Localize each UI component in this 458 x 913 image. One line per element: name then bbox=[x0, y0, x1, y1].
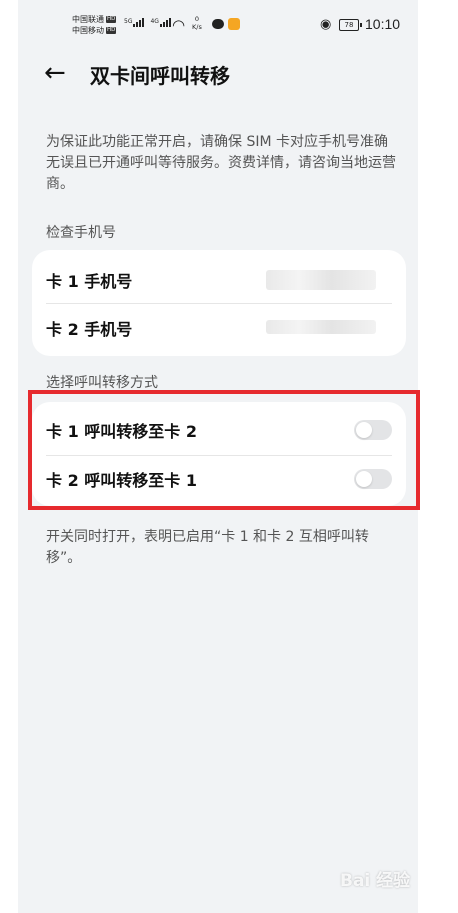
description-text: 为保证此功能正常开启，请确保 SIM 卡对应手机号准确无误且已开通呼叫等待服务。… bbox=[46, 134, 396, 192]
check-section-label: 检查手机号 bbox=[46, 225, 116, 241]
status-bar: 中国联通 HD 中国移动 HD 5G 4G ◠ 0 K/s ◉ 78 10:10 bbox=[18, 8, 418, 40]
net-type-2: 4G bbox=[150, 18, 159, 25]
red-highlight-box bbox=[28, 390, 420, 510]
speed-unit: K/s bbox=[192, 23, 202, 31]
battery-icon: 78 bbox=[339, 19, 362, 31]
left-frame bbox=[0, 0, 18, 913]
message-icon bbox=[212, 19, 224, 29]
signal-5g-icon: 5G bbox=[124, 18, 145, 27]
eye-comfort-icon: ◉ bbox=[320, 17, 332, 32]
card2-number-row[interactable]: 卡 2 手机号 bbox=[46, 304, 392, 352]
watermark: Bai 经验 bbox=[340, 871, 411, 891]
status-time: 10:10 bbox=[365, 16, 401, 32]
right-frame bbox=[418, 0, 458, 913]
wifi-icon: ◠ bbox=[172, 16, 186, 34]
page-title: 双卡间呼叫转移 bbox=[90, 64, 230, 88]
network-speed: 0 K/s bbox=[192, 15, 202, 31]
speed-value: 0 bbox=[194, 15, 199, 23]
carrier-1: 中国联通 bbox=[72, 15, 104, 24]
phone-number-card: 卡 1 手机号 卡 2 手机号 bbox=[32, 250, 406, 356]
forward-section-label: 选择呼叫转移方式 bbox=[46, 375, 158, 391]
card1-number-row[interactable]: 卡 1 手机号 bbox=[46, 256, 392, 304]
carrier-info: 中国联通 HD 中国移动 HD bbox=[72, 14, 117, 36]
card2-number-label: 卡 2 手机号 bbox=[46, 320, 133, 339]
carrier-2: 中国移动 bbox=[72, 26, 104, 35]
net-type-1: 5G bbox=[124, 18, 133, 25]
card1-number-value bbox=[266, 270, 376, 290]
notification-app-icon bbox=[228, 18, 240, 30]
footnote-text: 开关同时打开，表明已启用“卡 1 和卡 2 互相呼叫转移”。 bbox=[46, 529, 369, 566]
back-arrow-icon[interactable]: ← bbox=[44, 58, 74, 88]
signal-indicators: 5G 4G bbox=[124, 18, 171, 27]
hd-badge-1: HD bbox=[106, 16, 117, 23]
card1-number-label: 卡 1 手机号 bbox=[46, 272, 133, 291]
card2-number-value bbox=[266, 320, 376, 334]
signal-4g-icon: 4G bbox=[150, 18, 171, 27]
hd-badge-2: HD bbox=[106, 27, 117, 34]
